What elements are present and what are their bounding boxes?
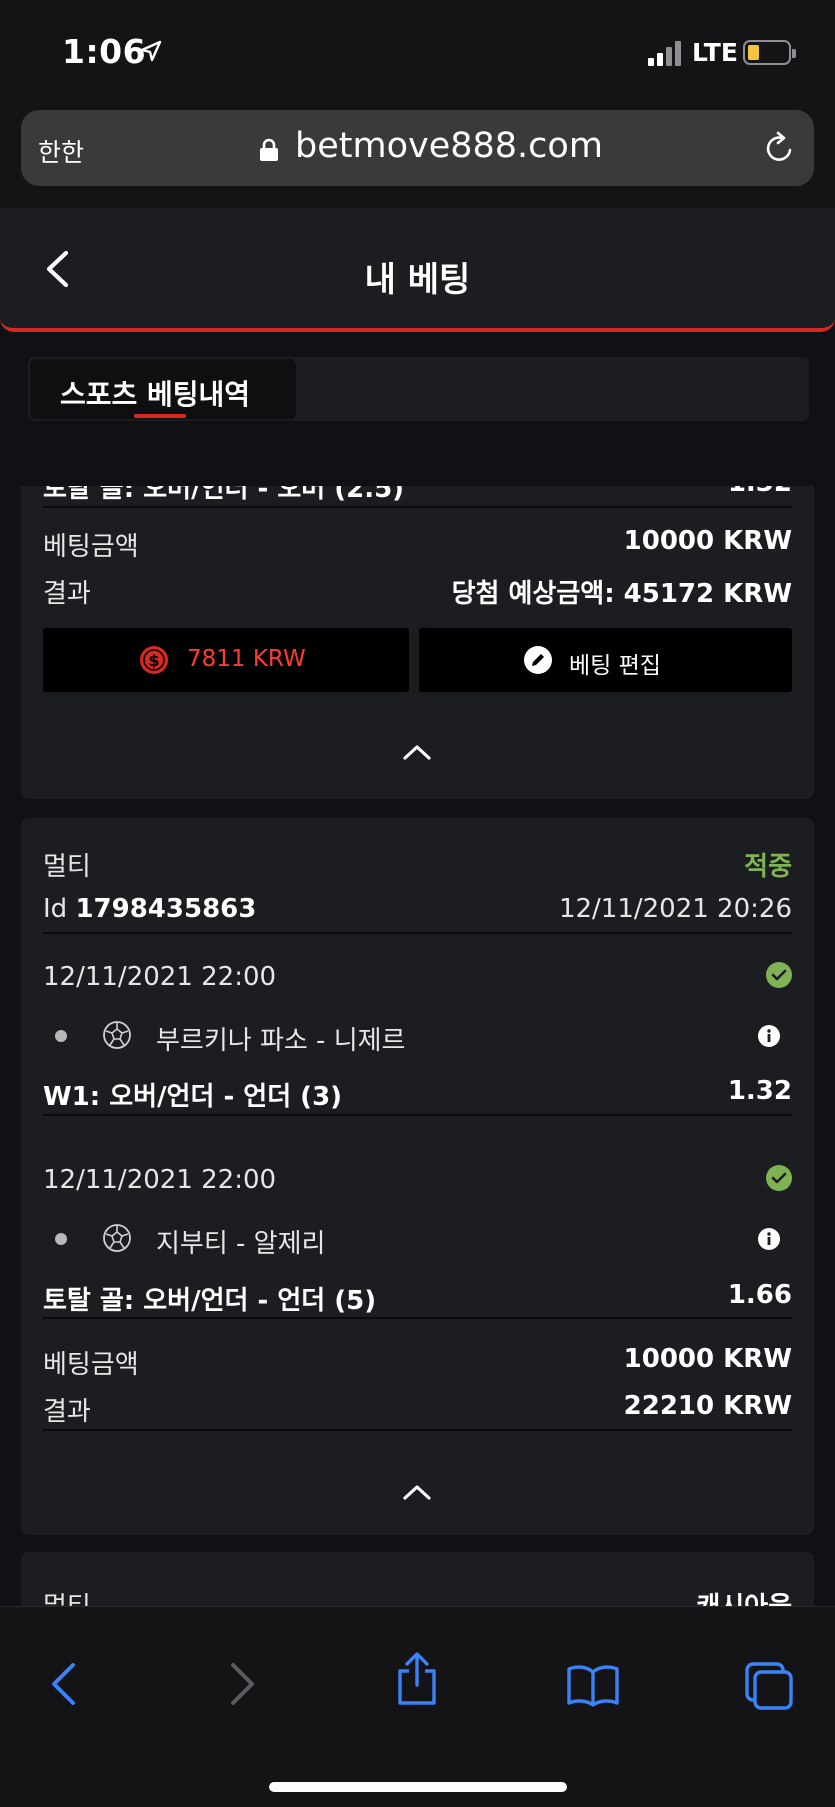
selection-datetime: 12/11/2021 22:00 <box>43 962 277 992</box>
divider <box>43 1429 792 1431</box>
location-arrow-icon <box>140 40 162 62</box>
bet-id-label: Id <box>43 894 68 924</box>
status-time: 1:06 <box>62 32 147 71</box>
action-buttons: $ 7811 KRW 베팅 편집 <box>43 628 792 692</box>
tab-bar: 스포츠 베팅내역 <box>28 357 809 421</box>
live-dot-icon <box>55 1233 67 1245</box>
browser-address-area: 한한 betmove888.com <box>0 104 835 208</box>
live-dot-icon <box>55 1030 67 1042</box>
back-icon[interactable] <box>48 1661 78 1707</box>
collapse-chevron-icon[interactable] <box>402 742 432 762</box>
info-icon[interactable] <box>758 1228 780 1250</box>
bet-card: 멀티 적중 Id 1798435863 12/11/2021 20:26 12/… <box>21 818 814 1535</box>
share-icon[interactable] <box>394 1651 440 1707</box>
bookmarks-icon[interactable] <box>566 1663 620 1707</box>
bet-status: 캐시아웃 <box>696 1586 792 1606</box>
selection-match-row: 부르키나 파소 - 니제르 <box>43 1018 792 1056</box>
selection-odds: 1.32 <box>727 1076 792 1106</box>
bet-card: 멀티 캐시아웃 <box>21 1552 814 1606</box>
selection-market: 토탈 골: 오버/언더 - 언더 (5) <box>43 1286 377 1316</box>
info-icon[interactable] <box>758 1025 780 1047</box>
selection-datetime-row: 12/11/2021 22:00 <box>43 962 792 992</box>
result-label: 결과 <box>43 1397 91 1427</box>
bet-type: 멀티 <box>43 1586 91 1606</box>
page-title: 내 베팅 <box>364 260 471 300</box>
selection-match-row: 지부티 - 알제리 <box>43 1221 792 1259</box>
tab-label: 스포츠 베팅내역 <box>60 378 251 411</box>
address-bar[interactable]: 한한 betmove888.com <box>21 110 814 186</box>
selection-market: 토탈 골: 오버/언더 - 오버 (2.5) <box>43 486 405 504</box>
tab-active-indicator <box>134 414 186 418</box>
battery-icon <box>743 40 796 65</box>
home-indicator[interactable] <box>269 1782 567 1792</box>
reload-icon[interactable] <box>761 130 797 166</box>
divider <box>43 932 792 934</box>
app-header: 내 베팅 <box>0 208 835 332</box>
edit-bet-button[interactable]: 베팅 편집 <box>419 628 792 692</box>
divider <box>43 1114 792 1116</box>
tab-sports-bet-history[interactable]: 스포츠 베팅내역 <box>30 359 296 419</box>
edit-bet-label: 베팅 편집 <box>569 653 661 679</box>
check-circle-icon <box>766 1165 792 1191</box>
bet-placed-datetime: 12/11/2021 20:26 <box>558 894 792 924</box>
soccer-ball-icon <box>103 1021 131 1049</box>
divider <box>43 506 792 508</box>
selection-market: W1: 오버/언더 - 언더 (3) <box>43 1082 343 1112</box>
stake-label: 베팅금액 <box>43 532 139 562</box>
stake-value: 10000 KRW <box>623 1344 792 1374</box>
selection-datetime: 12/11/2021 22:00 <box>43 1165 277 1195</box>
network-label: LTE <box>692 38 738 67</box>
stake-label: 베팅금액 <box>43 1350 139 1380</box>
selection-datetime-row: 12/11/2021 22:00 <box>43 1165 792 1195</box>
signal-strength-icon <box>648 40 684 66</box>
result-value: 당첨 예상금액: 45172 KRW <box>451 579 792 609</box>
pencil-icon <box>524 646 552 674</box>
tabs-icon[interactable] <box>744 1661 794 1711</box>
svg-text:$: $ <box>148 651 159 670</box>
soccer-ball-icon <box>103 1224 131 1252</box>
match-name: 지부티 - 알제리 <box>156 1229 326 1259</box>
selection-odds: 1.66 <box>727 1280 792 1310</box>
status-bar: 1:06 LTE <box>0 0 835 104</box>
lock-icon <box>260 138 278 161</box>
divider <box>43 1317 792 1319</box>
bet-status: 적중 <box>744 852 792 882</box>
forward-icon[interactable] <box>228 1661 258 1707</box>
url-text[interactable]: betmove888.com <box>295 126 603 166</box>
bet-type: 멀티 <box>43 852 91 882</box>
browser-toolbar <box>0 1606 835 1807</box>
cashout-button[interactable]: $ 7811 KRW <box>43 628 409 692</box>
bet-card: 토탈 골: 오버/언더 - 오버 (2.5) 1.32 베팅금액 10000 K… <box>21 486 814 799</box>
bet-id-value: 1798435863 <box>75 894 257 924</box>
reader-settings-button[interactable]: 한한 <box>38 133 84 169</box>
stake-value: 10000 KRW <box>623 526 792 556</box>
dollar-coin-icon: $ <box>140 646 168 674</box>
selection-odds: 1.32 <box>728 486 792 498</box>
cashout-amount: 7811 KRW <box>187 646 306 672</box>
bet-list[interactable]: 토탈 골: 오버/언더 - 오버 (2.5) 1.32 베팅금액 10000 K… <box>0 486 835 1606</box>
collapse-chevron-icon[interactable] <box>402 1482 432 1502</box>
result-label: 결과 <box>43 579 91 609</box>
match-name: 부르키나 파소 - 니제르 <box>156 1026 406 1056</box>
check-circle-icon <box>766 962 792 988</box>
result-value: 22210 KRW <box>623 1391 792 1421</box>
